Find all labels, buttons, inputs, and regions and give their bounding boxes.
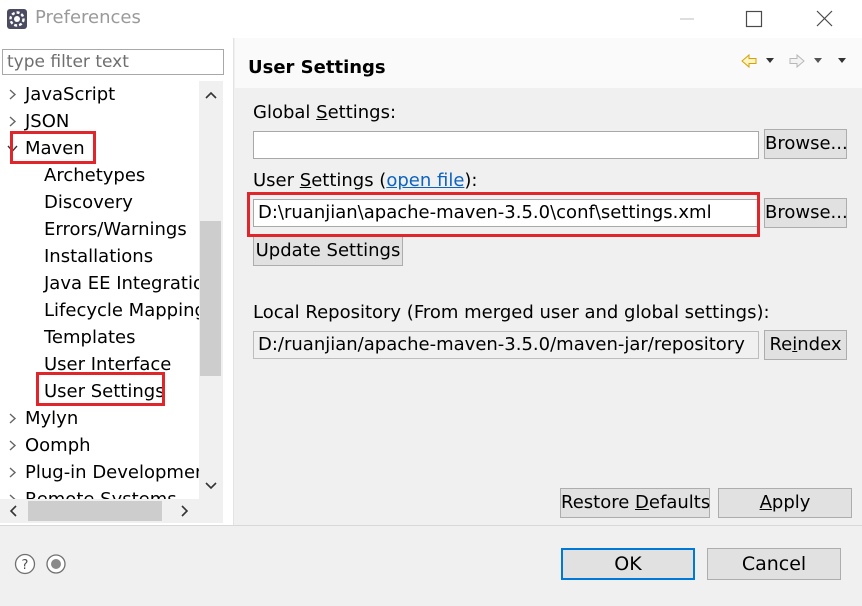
chevron-right-icon[interactable]: [6, 486, 20, 499]
global-settings-label: Global Settings:: [253, 102, 397, 123]
scroll-up-arrow-icon[interactable]: [199, 85, 223, 105]
eclipse-gear-icon: [7, 9, 27, 29]
tree-item-label: JavaScript: [25, 84, 116, 105]
tree-item-label: User Interface: [44, 354, 172, 375]
local-repository-field: D:/ruanjian/apache-maven-3.5.0/maven-jar…: [253, 331, 759, 359]
reindex-button[interactable]: Reindex: [764, 330, 847, 360]
global-settings-field[interactable]: [253, 131, 759, 159]
vertical-scroll-thumb[interactable]: [200, 221, 221, 376]
tree-item-label: Errors/Warnings: [44, 219, 187, 240]
settings-page: User Settings Global Settings: Browse...…: [235, 38, 862, 525]
help-icon[interactable]: ?: [14, 553, 36, 575]
forward-arrow-icon[interactable]: [789, 53, 805, 69]
back-arrow-icon[interactable]: [741, 53, 757, 69]
tree-item-label: Templates: [44, 327, 136, 348]
tree-item-label: JSON: [25, 111, 70, 132]
tree-item-label: Installations: [44, 246, 154, 267]
user-browse-button[interactable]: Browse...: [764, 198, 848, 228]
horizontal-scroll-thumb[interactable]: [28, 501, 162, 521]
scroll-left-arrow-icon[interactable]: [2, 499, 26, 523]
tree-item-label: Java EE Integration: [44, 273, 200, 294]
user-settings-field[interactable]: D:\ruanjian\apache-maven-3.5.0\conf\sett…: [253, 199, 759, 227]
tree-horizontal-scrollbar[interactable]: [0, 499, 223, 523]
scroll-down-arrow-icon[interactable]: [199, 476, 223, 496]
restore-defaults-button[interactable]: Restore Defaults: [560, 488, 710, 518]
cancel-button[interactable]: Cancel: [707, 548, 841, 580]
tree-vertical-scrollbar[interactable]: [199, 81, 223, 499]
local-repository-label: Local Repository (From merged user and g…: [253, 302, 770, 323]
tree-item-label: Maven: [25, 138, 85, 159]
maximize-icon[interactable]: [729, 0, 779, 38]
chevron-right-icon[interactable]: [6, 432, 20, 459]
update-settings-button[interactable]: Update Settings: [253, 236, 403, 266]
filter-input[interactable]: [2, 49, 224, 75]
tree-item-label: Discovery: [44, 192, 133, 213]
chevron-right-icon[interactable]: [6, 108, 20, 135]
page-navigation[interactable]: [740, 52, 860, 70]
user-settings-label: User Settings (open file):: [253, 170, 478, 191]
preference-tree-panel: JavaScript JSON Maven Archetypes Discove…: [0, 38, 234, 525]
window-title: Preferences: [35, 7, 141, 28]
view-menu-icon[interactable]: [838, 58, 846, 63]
title-bar: Preferences: [0, 0, 862, 38]
tree-item-label: Oomph: [25, 435, 91, 456]
page-header: User Settings: [235, 38, 862, 88]
close-icon[interactable]: [800, 0, 850, 38]
ok-button[interactable]: OK: [561, 548, 695, 580]
apply-button[interactable]: Apply: [718, 488, 852, 518]
chevron-right-icon[interactable]: [6, 81, 20, 108]
chevron-right-icon[interactable]: [6, 459, 20, 486]
record-icon[interactable]: [45, 553, 67, 575]
preferences-window: Preferences JavaScript JSON Maven: [0, 0, 862, 606]
tree-item-label: User Settings: [44, 381, 165, 402]
open-file-link[interactable]: open file: [386, 170, 464, 191]
back-dropdown-icon[interactable]: [766, 58, 774, 63]
chevron-right-icon[interactable]: [6, 405, 20, 432]
tree-item-label: Plug-in Development: [25, 462, 200, 483]
svg-text:?: ?: [22, 558, 29, 573]
tree-item-label: Remote Systems: [25, 486, 177, 499]
global-browse-button[interactable]: Browse...: [764, 129, 848, 159]
footer-divider: [0, 525, 862, 526]
forward-dropdown-icon[interactable]: [814, 58, 822, 63]
chevron-down-icon[interactable]: [6, 135, 20, 162]
scroll-right-arrow-icon[interactable]: [172, 499, 196, 523]
minimize-icon[interactable]: [661, 0, 711, 38]
tree-item-label: Archetypes: [44, 165, 146, 186]
preference-tree: JavaScript JSON Maven Archetypes Discove…: [0, 81, 200, 499]
tree-item-label: Lifecycle Mappings: [44, 300, 200, 321]
page-title: User Settings: [248, 57, 386, 78]
tree-item-label: Mylyn: [25, 408, 79, 429]
